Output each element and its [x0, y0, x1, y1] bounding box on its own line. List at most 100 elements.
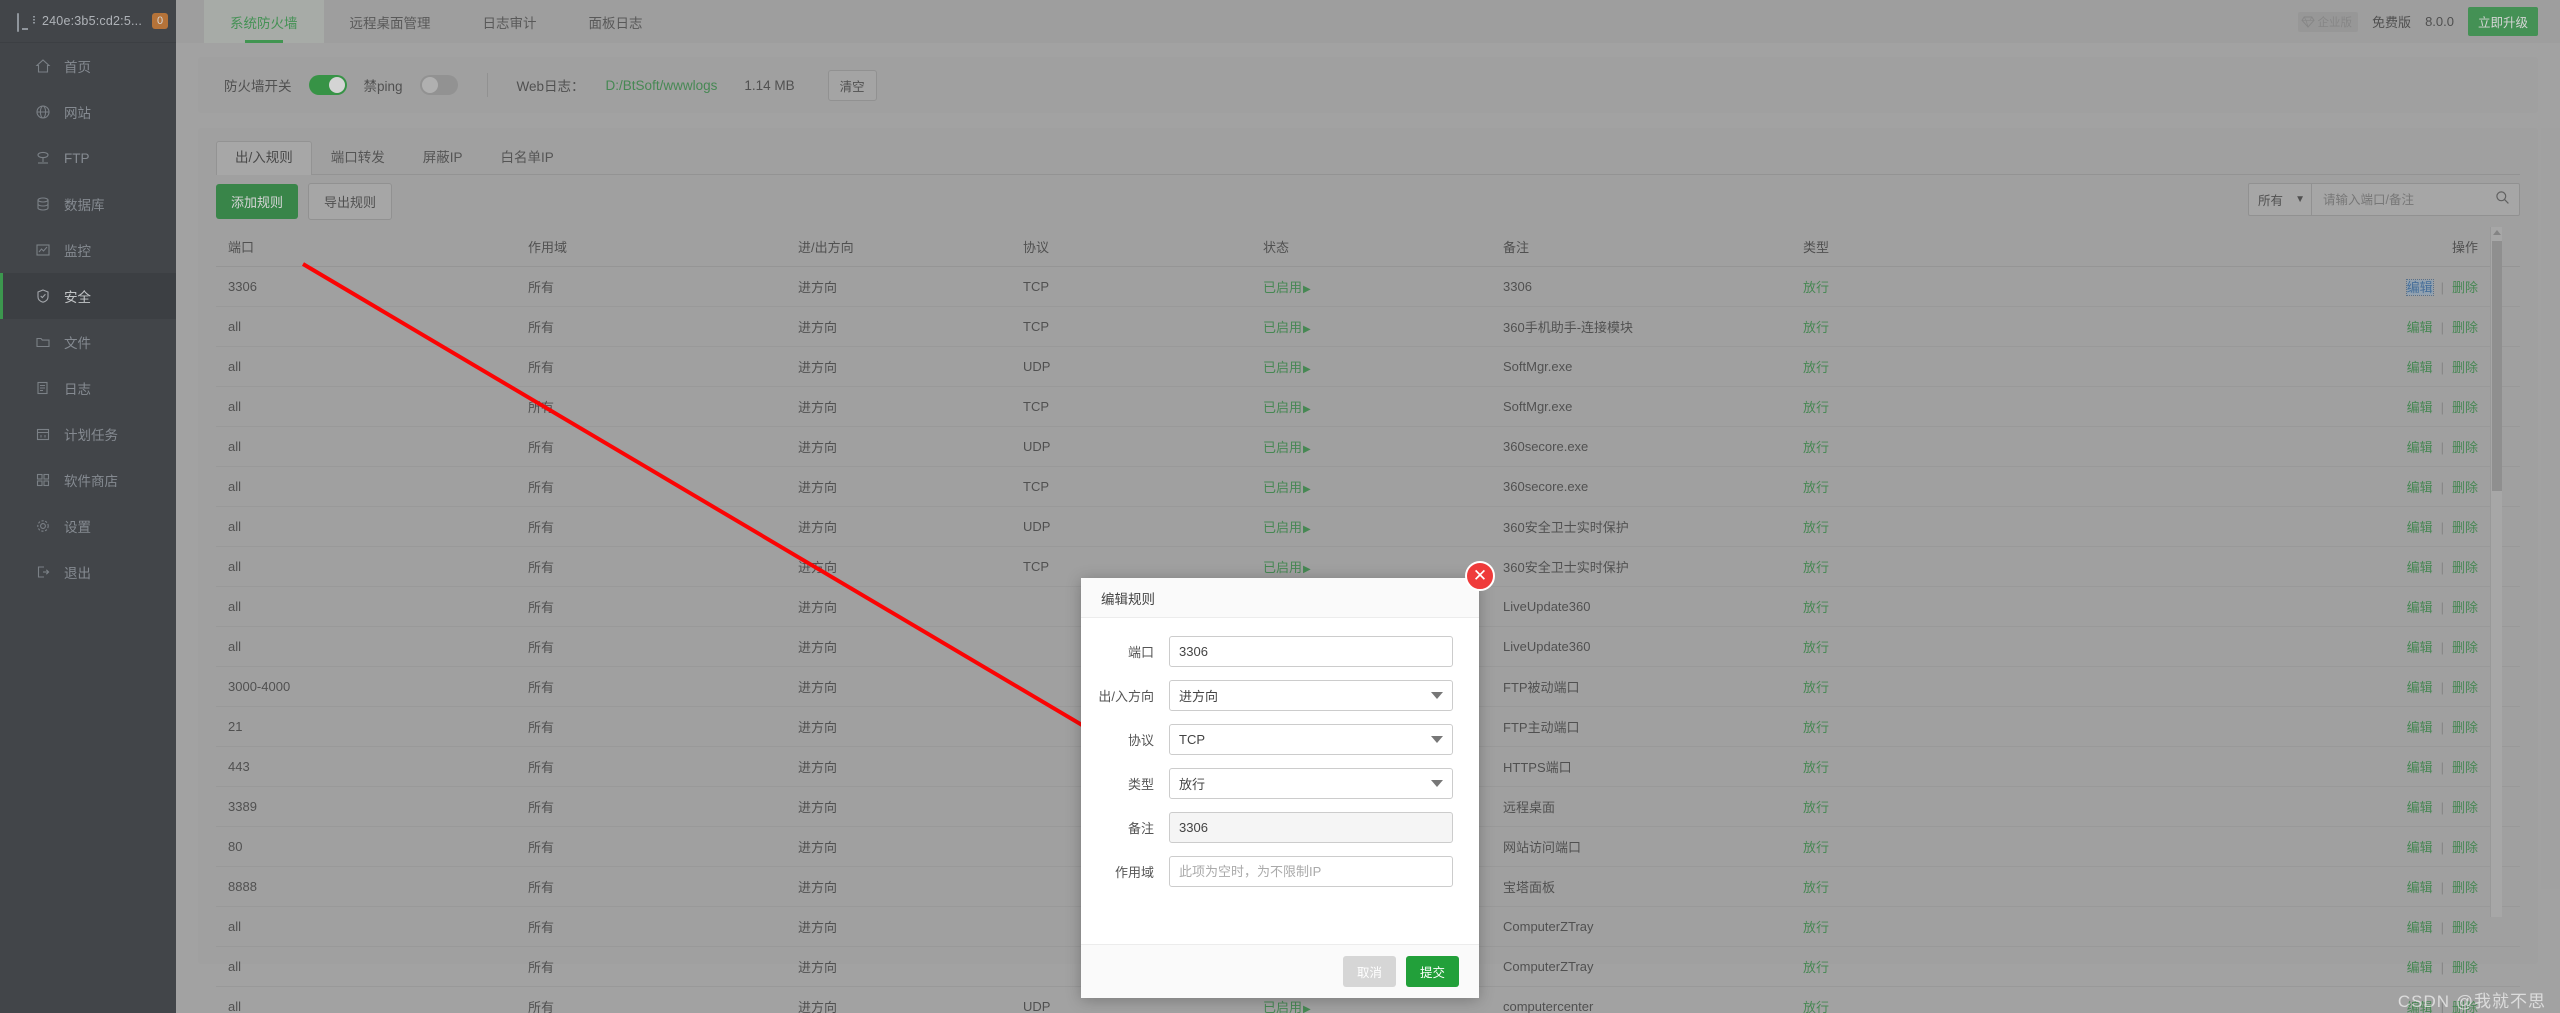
- sidebar-item-website[interactable]: 网站: [0, 89, 176, 135]
- tab-log-audit[interactable]: 日志审计: [457, 0, 563, 43]
- cell-protocol: UDP: [1011, 346, 1251, 387]
- delete-link[interactable]: 删除: [2452, 520, 2478, 535]
- filter-select[interactable]: 所有 ▼: [2248, 183, 2312, 216]
- sidebar-item-settings[interactable]: 设置: [0, 503, 176, 549]
- weblog-path[interactable]: D:/BtSoft/wwwlogs: [606, 78, 718, 93]
- delete-link[interactable]: 删除: [2452, 400, 2478, 415]
- weblog-size: 1.14 MB: [744, 77, 795, 93]
- delete-link[interactable]: 删除: [2452, 480, 2478, 495]
- edit-link[interactable]: 编辑: [2407, 360, 2433, 375]
- edit-link[interactable]: 编辑: [2407, 320, 2433, 335]
- cell-direction: 进方向: [786, 746, 1011, 787]
- remark-input[interactable]: [1169, 812, 1453, 843]
- search-icon[interactable]: [2495, 190, 2510, 210]
- delete-link[interactable]: 删除: [2452, 560, 2478, 575]
- delete-link[interactable]: 删除: [2452, 840, 2478, 855]
- firewall-toggle[interactable]: [308, 75, 347, 95]
- sidebar-item-home[interactable]: 首页: [0, 43, 176, 89]
- sidebar-item-ftp[interactable]: FTP: [0, 135, 176, 181]
- edit-link[interactable]: 编辑: [2407, 720, 2433, 735]
- sidebar-item-files[interactable]: 文件: [0, 319, 176, 365]
- search-input-wrapper[interactable]: [2312, 183, 2520, 216]
- delete-link[interactable]: 删除: [2452, 960, 2478, 975]
- add-rule-button[interactable]: 添加规则: [216, 183, 299, 219]
- edit-link[interactable]: 编辑: [2407, 960, 2433, 975]
- sidebar-notification-badge[interactable]: 0: [152, 13, 169, 29]
- delete-link[interactable]: 删除: [2452, 640, 2478, 655]
- sidebar-item-logs[interactable]: 日志: [0, 365, 176, 411]
- edit-link[interactable]: 编辑: [2407, 520, 2433, 535]
- delete-link[interactable]: 删除: [2452, 280, 2478, 295]
- edit-link[interactable]: 编辑: [2407, 480, 2433, 495]
- tab-system-firewall[interactable]: 系统防火墙: [204, 0, 324, 43]
- sidebar-server-header[interactable]: 240e:3b5:cd2:5... 0: [0, 0, 176, 43]
- edit-link[interactable]: 编辑: [2405, 279, 2434, 296]
- edit-link[interactable]: 编辑: [2407, 400, 2433, 415]
- upgrade-button[interactable]: 立即升级: [2467, 7, 2538, 36]
- delete-link[interactable]: 删除: [2452, 600, 2478, 615]
- delete-link[interactable]: 删除: [2452, 1000, 2478, 1013]
- delete-link[interactable]: 删除: [2452, 320, 2478, 335]
- search-input[interactable]: [2321, 191, 2495, 208]
- enterprise-badge[interactable]: 企业版: [2297, 11, 2359, 32]
- cell-operation: 编辑 | 删除: [2151, 746, 2520, 787]
- sidebar-item-cron[interactable]: 计划任务: [0, 411, 176, 457]
- tab-panel-log[interactable]: 面板日志: [563, 0, 669, 43]
- port-input[interactable]: [1169, 636, 1453, 667]
- cell-remark: FTP被动端口: [1491, 666, 1791, 707]
- submit-button[interactable]: 提交: [1405, 956, 1459, 987]
- protocol-select[interactable]: TCP: [1169, 724, 1453, 755]
- cell-scope: 所有: [516, 826, 786, 867]
- cell-direction: 进方向: [786, 626, 1011, 667]
- subtab-in-out-rules[interactable]: 出/入规则: [216, 141, 312, 175]
- edit-link[interactable]: 编辑: [2407, 680, 2433, 695]
- col-port: 端口: [216, 227, 516, 267]
- field-port: 端口: [1091, 636, 1453, 667]
- delete-link[interactable]: 删除: [2452, 800, 2478, 815]
- delete-link[interactable]: 删除: [2452, 880, 2478, 895]
- sidebar-item-database[interactable]: 数据库: [0, 181, 176, 227]
- edit-link[interactable]: 编辑: [2407, 640, 2433, 655]
- sidebar-item-appstore[interactable]: 软件商店: [0, 457, 176, 503]
- direction-select[interactable]: 进方向: [1169, 680, 1453, 711]
- cell-type: 放行: [1791, 266, 2151, 307]
- subtab-whitelist-ip[interactable]: 白名单IP: [482, 141, 573, 174]
- scope-input[interactable]: [1169, 856, 1453, 887]
- type-select[interactable]: 放行: [1169, 768, 1453, 799]
- edit-link[interactable]: 编辑: [2407, 840, 2433, 855]
- ping-toggle[interactable]: [419, 75, 458, 95]
- sidebar-item-logout[interactable]: 退出: [0, 549, 176, 595]
- scroll-up-arrow-icon[interactable]: [2492, 230, 2501, 235]
- delete-link[interactable]: 删除: [2452, 680, 2478, 695]
- delete-link[interactable]: 删除: [2452, 720, 2478, 735]
- vertical-scrollbar[interactable]: [2490, 227, 2502, 917]
- sidebar-item-label: 数据库: [64, 198, 105, 213]
- cell-port: all: [216, 586, 516, 627]
- edit-link[interactable]: 编辑: [2407, 800, 2433, 815]
- sidebar-item-monitor[interactable]: 监控: [0, 227, 176, 273]
- scrollbar-thumb[interactable]: [2492, 241, 2502, 491]
- delete-link[interactable]: 删除: [2452, 440, 2478, 455]
- subtab-block-ip[interactable]: 屏蔽IP: [404, 141, 482, 174]
- field-scope: 作用域: [1091, 856, 1453, 887]
- clear-log-button[interactable]: 清空: [827, 69, 877, 101]
- sidebar-item-security[interactable]: 安全: [0, 273, 176, 319]
- delete-link[interactable]: 删除: [2452, 760, 2478, 775]
- edit-link[interactable]: 编辑: [2407, 440, 2433, 455]
- subtab-port-forward[interactable]: 端口转发: [312, 141, 404, 174]
- tab-remote-desktop[interactable]: 远程桌面管理: [324, 0, 457, 43]
- export-rule-button[interactable]: 导出规则: [308, 182, 393, 220]
- edit-link[interactable]: 编辑: [2407, 920, 2433, 935]
- close-icon[interactable]: ✕: [1465, 561, 1495, 591]
- cancel-button[interactable]: 取消: [1342, 956, 1396, 987]
- delete-link[interactable]: 删除: [2452, 920, 2478, 935]
- edit-link[interactable]: 编辑: [2407, 600, 2433, 615]
- edit-link[interactable]: 编辑: [2407, 560, 2433, 575]
- delete-link[interactable]: 删除: [2452, 360, 2478, 375]
- cell-scope: 所有: [516, 706, 786, 747]
- edit-link[interactable]: 编辑: [2407, 760, 2433, 775]
- cell-type: 放行: [1791, 506, 2151, 547]
- edit-link[interactable]: 编辑: [2407, 880, 2433, 895]
- shield-icon: [35, 288, 51, 304]
- edit-link[interactable]: 编辑: [2407, 1000, 2433, 1013]
